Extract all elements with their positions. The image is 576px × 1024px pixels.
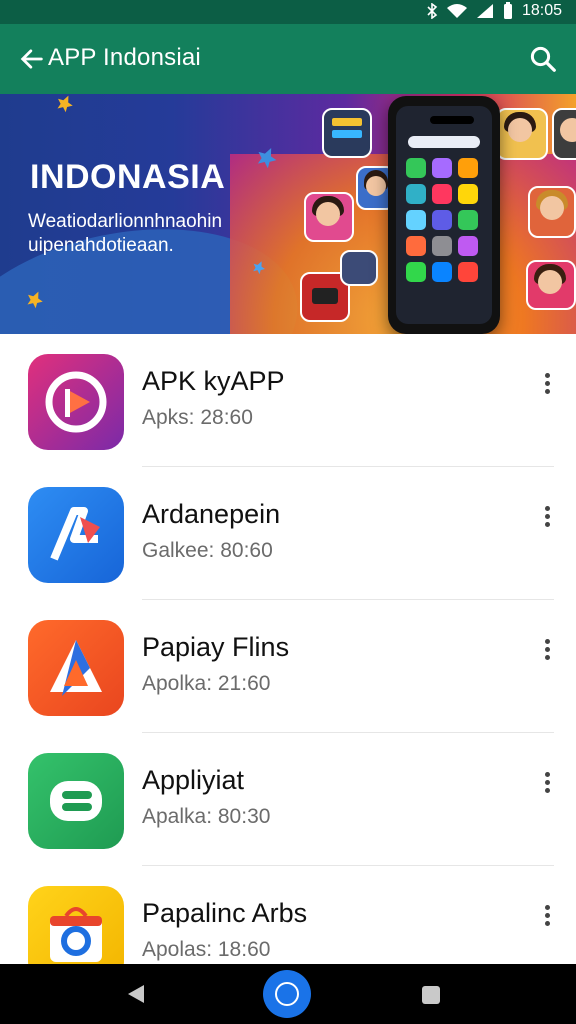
- app-bar: APP Indonsiai: [0, 24, 576, 94]
- status-time: 18:05: [521, 2, 562, 19]
- home-circle-icon: [275, 982, 299, 1006]
- app-list: APK kyAPP Apks: 28:60 Ardanepein Galkee:…: [0, 334, 576, 982]
- list-item[interactable]: Ardanepein Galkee: 80:60: [0, 467, 576, 600]
- app-name: APK kyAPP: [142, 366, 285, 396]
- signal-icon: [476, 4, 493, 18]
- avatar-image: [528, 186, 576, 238]
- phone-illustration: [388, 96, 500, 334]
- status-bar: 18:05: [0, 0, 576, 24]
- page-title: APP Indonsiai: [48, 44, 201, 71]
- nav-recents-icon[interactable]: [422, 986, 440, 1004]
- app-tile-image: [340, 250, 378, 286]
- banner-title: INDONASIA: [30, 158, 226, 196]
- app-subtitle: Apalka: 80:30: [142, 805, 271, 828]
- app-name: Appliyiat: [142, 765, 245, 795]
- app-subtitle: Apolas: 18:60: [142, 938, 271, 961]
- avatar-image: [496, 108, 548, 160]
- star-icon: [57, 95, 73, 113]
- play-logo-icon: [45, 371, 107, 433]
- more-vert-icon[interactable]: [542, 636, 552, 664]
- app-icon: [28, 753, 124, 849]
- app-icon: [28, 487, 124, 583]
- triangle-logo-icon: [50, 640, 102, 696]
- nav-back-icon[interactable]: [124, 982, 148, 1006]
- app-tile-image: [322, 108, 372, 158]
- app-name: Papiay Flins: [142, 632, 290, 662]
- app-name: Ardanepein: [142, 499, 281, 529]
- more-vert-icon[interactable]: [542, 902, 552, 930]
- promo-banner[interactable]: INDONASIA Weatiodarlionnhnaohin uipenahd…: [0, 94, 576, 334]
- system-nav-bar: [0, 964, 576, 1024]
- list-item[interactable]: APK kyAPP Apks: 28:60: [0, 334, 576, 467]
- app-subtitle: Apolka: 21:60: [142, 672, 271, 695]
- list-item[interactable]: Appliyiat Apalka: 80:30: [0, 733, 576, 866]
- phone-search-bar: [408, 136, 480, 148]
- nav-home-button[interactable]: [263, 970, 311, 1018]
- phone-app-grid: [406, 158, 484, 282]
- list-item[interactable]: Papiay Flins Apolka: 21:60: [0, 600, 576, 733]
- avatar-image: [552, 108, 576, 160]
- avatar-image: [304, 192, 354, 242]
- bluetooth-icon: [427, 3, 438, 19]
- app-subtitle: Apks: 28:60: [142, 406, 253, 429]
- status-icons: 18:05: [426, 2, 562, 20]
- more-vert-icon[interactable]: [542, 370, 552, 398]
- battery-icon: [503, 2, 512, 19]
- more-vert-icon[interactable]: [542, 769, 552, 797]
- letter-a-logo-icon: [50, 507, 100, 561]
- back-arrow-icon[interactable]: [18, 45, 46, 73]
- app-icon: [28, 620, 124, 716]
- wifi-icon: [446, 4, 467, 18]
- search-icon[interactable]: [528, 44, 558, 74]
- more-vert-icon[interactable]: [542, 503, 552, 531]
- app-subtitle: Galkee: 80:60: [142, 539, 273, 562]
- app-name: Papalinc Arbs: [142, 898, 308, 928]
- avatar-image: [526, 260, 576, 310]
- app-icon: [28, 354, 124, 450]
- banner-subtitle: Weatiodarlionnhnaohin uipenahdotieaan.: [28, 211, 223, 256]
- letter-b-logo-icon: [50, 781, 102, 821]
